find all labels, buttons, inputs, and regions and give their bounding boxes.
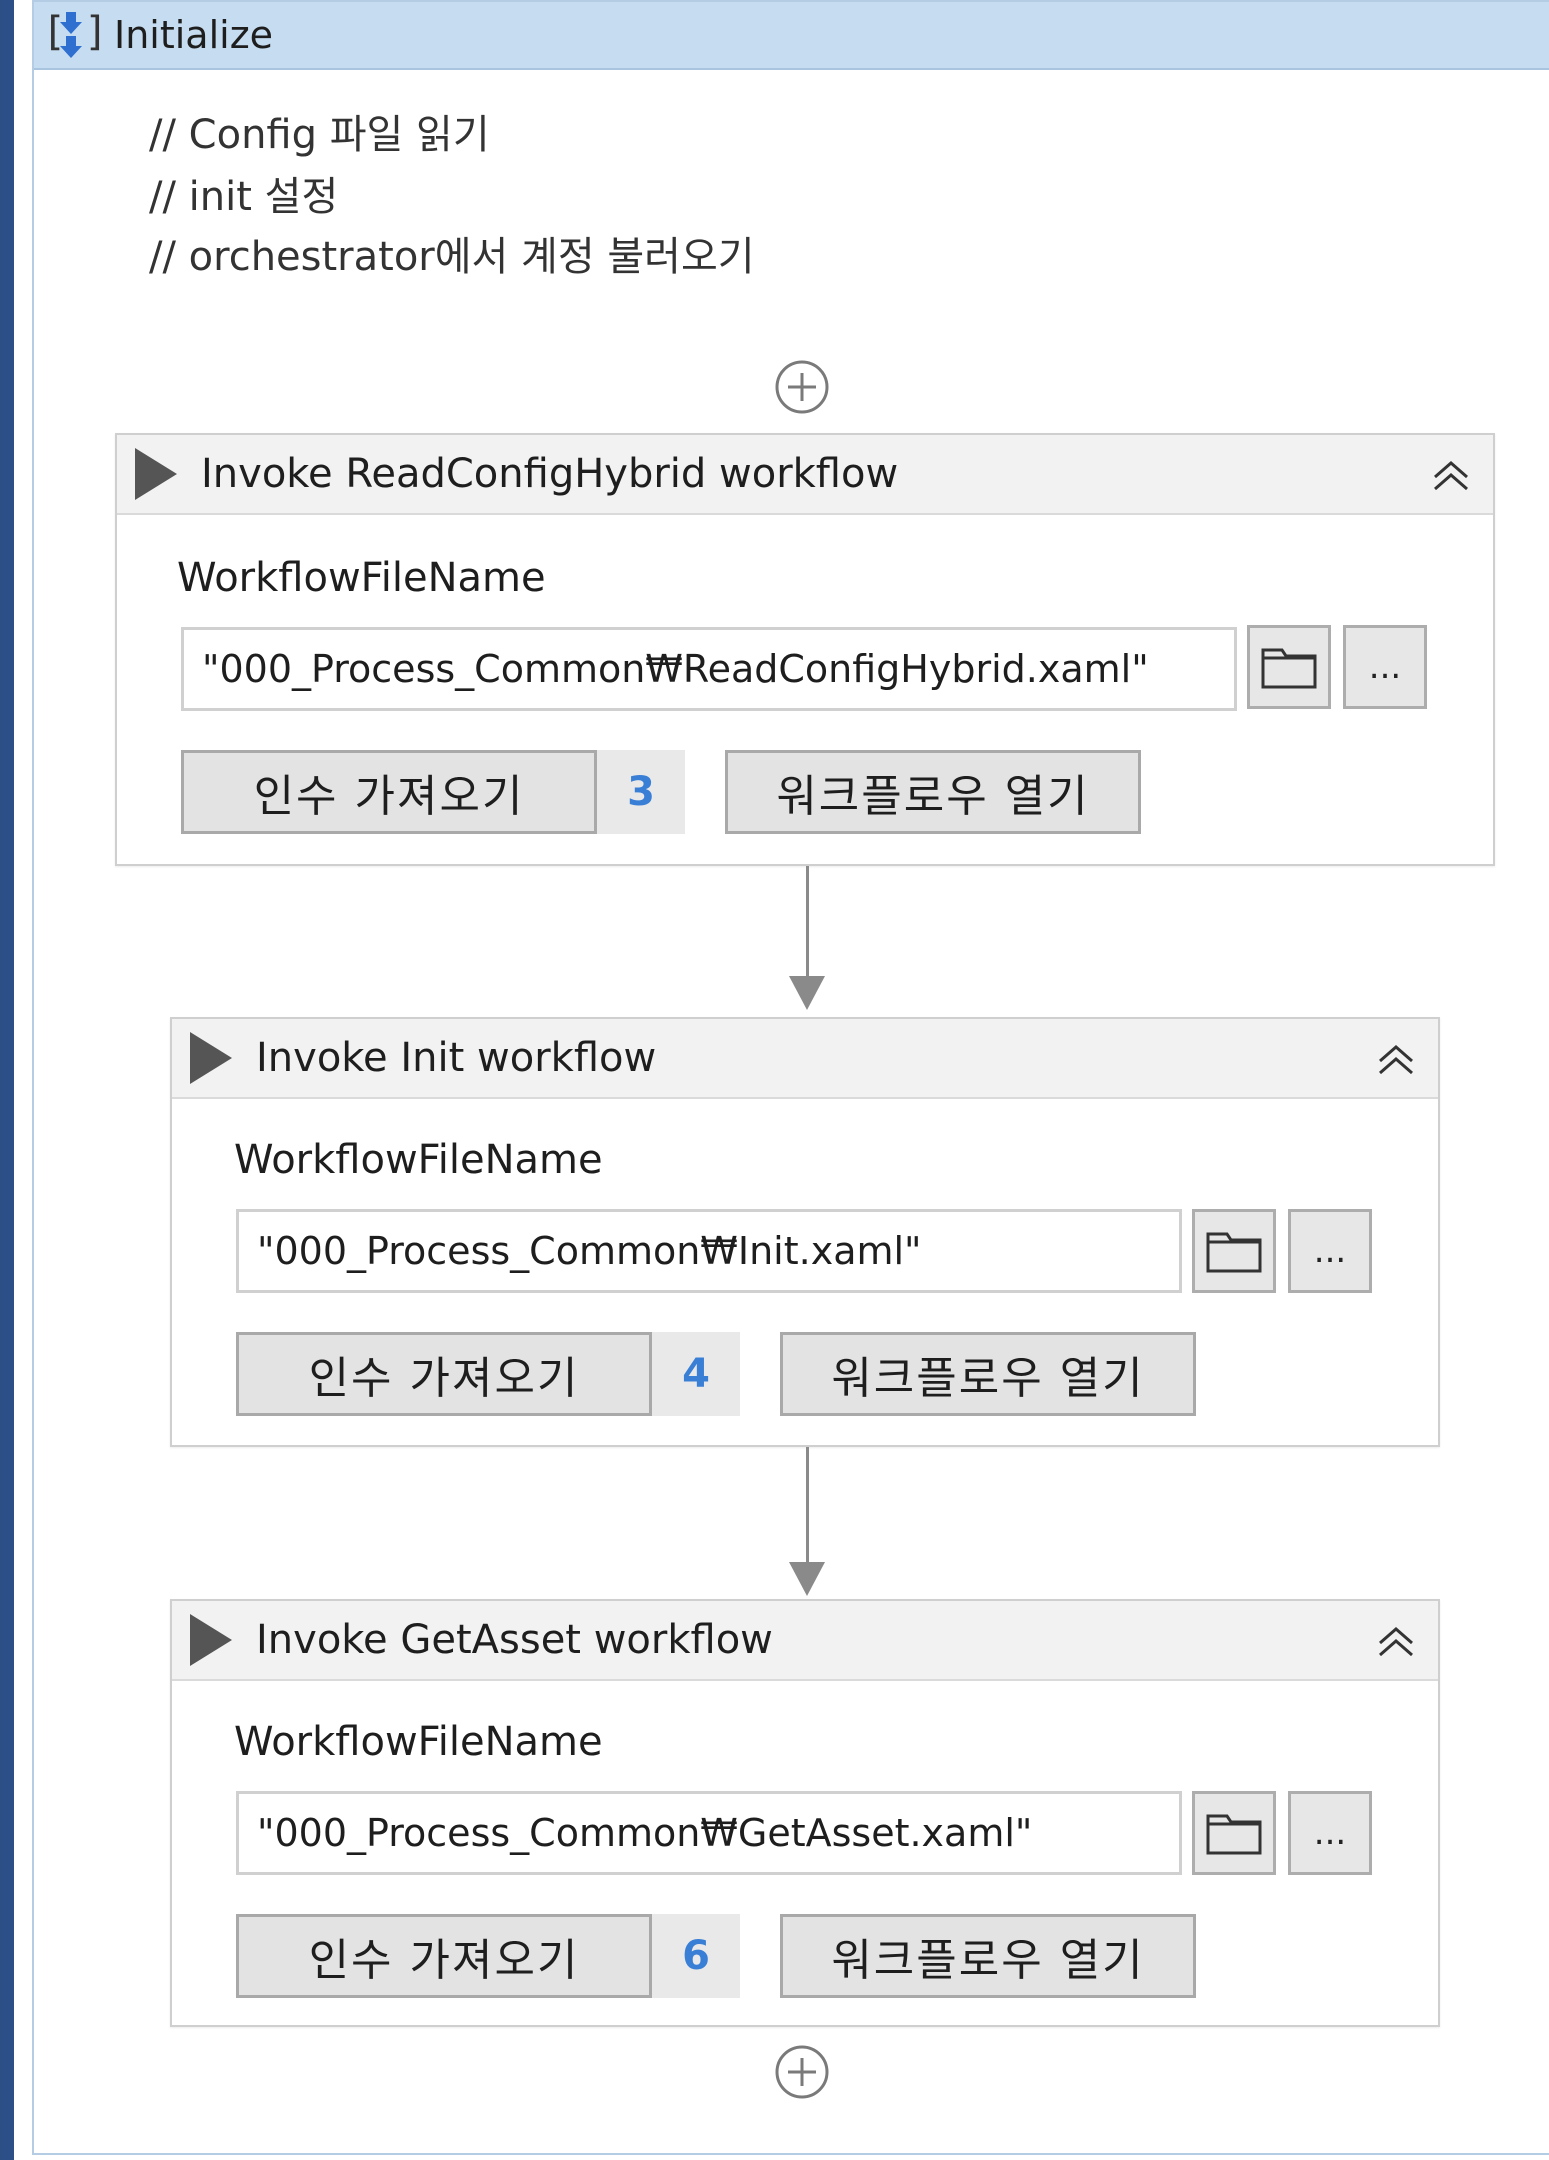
browse-folder-button[interactable]	[1192, 1791, 1276, 1875]
sequence-title: Initialize	[114, 13, 274, 57]
workflow-file-name-label: WorkflowFileName	[234, 1719, 603, 1765]
comment-line: // init 설정	[149, 174, 339, 220]
import-arguments-button[interactable]: 인수 가져오기	[236, 1332, 652, 1416]
play-icon	[190, 1614, 232, 1666]
comment-line: // Config 파일 읽기	[149, 112, 490, 158]
sequence-icon: [ ]	[42, 8, 108, 62]
folder-icon	[1206, 1232, 1262, 1273]
card-header[interactable]: Invoke GetAsset workflow	[172, 1601, 1438, 1681]
argument-count-badge: 6	[652, 1914, 740, 1998]
left-panel-edge	[0, 0, 14, 2160]
more-options-button[interactable]: ...	[1288, 1209, 1372, 1293]
invoke-workflow-card[interactable]: Invoke GetAsset workflow WorkflowFileNam…	[170, 1599, 1440, 2027]
workflow-file-path-input[interactable]: "000_Process_Common₩Init.xaml"	[236, 1209, 1182, 1293]
arrow-down-icon	[789, 976, 825, 1010]
card-header[interactable]: Invoke ReadConfigHybrid workflow	[117, 435, 1493, 515]
open-workflow-button[interactable]: 워크플로우 열기	[780, 1332, 1196, 1416]
add-circle-icon[interactable]	[774, 2044, 830, 2100]
argument-count-badge: 4	[652, 1332, 740, 1416]
folder-icon	[1206, 1814, 1262, 1855]
flow-connector	[806, 866, 809, 976]
workflow-file-name-label: WorkflowFileName	[177, 555, 546, 601]
workflow-file-name-label: WorkflowFileName	[234, 1137, 603, 1183]
add-circle-icon[interactable]	[774, 359, 830, 415]
workflow-file-path-input[interactable]: "000_Process_Common₩GetAsset.xaml"	[236, 1791, 1182, 1875]
folder-icon	[1261, 648, 1317, 689]
card-title: Invoke GetAsset workflow	[256, 1617, 773, 1663]
argument-count-badge: 3	[597, 750, 685, 834]
workflow-file-path-input[interactable]: "000_Process_Common₩ReadConfigHybrid.xam…	[181, 627, 1237, 711]
sequence-header[interactable]: [ ] Initialize	[34, 2, 1549, 70]
browse-folder-button[interactable]	[1192, 1209, 1276, 1293]
arrow-down-icon	[789, 1562, 825, 1596]
invoke-workflow-card[interactable]: Invoke ReadConfigHybrid workflow Workflo…	[115, 433, 1495, 866]
browse-folder-button[interactable]	[1247, 625, 1331, 709]
open-workflow-button[interactable]: 워크플로우 열기	[725, 750, 1141, 834]
play-icon	[135, 448, 177, 500]
double-chevron-up-icon[interactable]	[1429, 453, 1473, 497]
invoke-workflow-card[interactable]: Invoke Init workflow WorkflowFileName "0…	[170, 1017, 1440, 1447]
comment-line: // orchestrator에서 계정 불러오기	[149, 234, 755, 280]
card-header[interactable]: Invoke Init workflow	[172, 1019, 1438, 1099]
more-options-button[interactable]: ...	[1343, 625, 1427, 709]
more-options-button[interactable]: ...	[1288, 1791, 1372, 1875]
import-arguments-button[interactable]: 인수 가져오기	[181, 750, 597, 834]
card-title: Invoke ReadConfigHybrid workflow	[201, 451, 899, 497]
double-chevron-up-icon[interactable]	[1374, 1619, 1418, 1663]
double-chevron-up-icon[interactable]	[1374, 1037, 1418, 1081]
play-icon	[190, 1032, 232, 1084]
flow-connector	[806, 1447, 809, 1562]
import-arguments-button[interactable]: 인수 가져오기	[236, 1914, 652, 1998]
card-title: Invoke Init workflow	[256, 1035, 657, 1081]
open-workflow-button[interactable]: 워크플로우 열기	[780, 1914, 1196, 1998]
